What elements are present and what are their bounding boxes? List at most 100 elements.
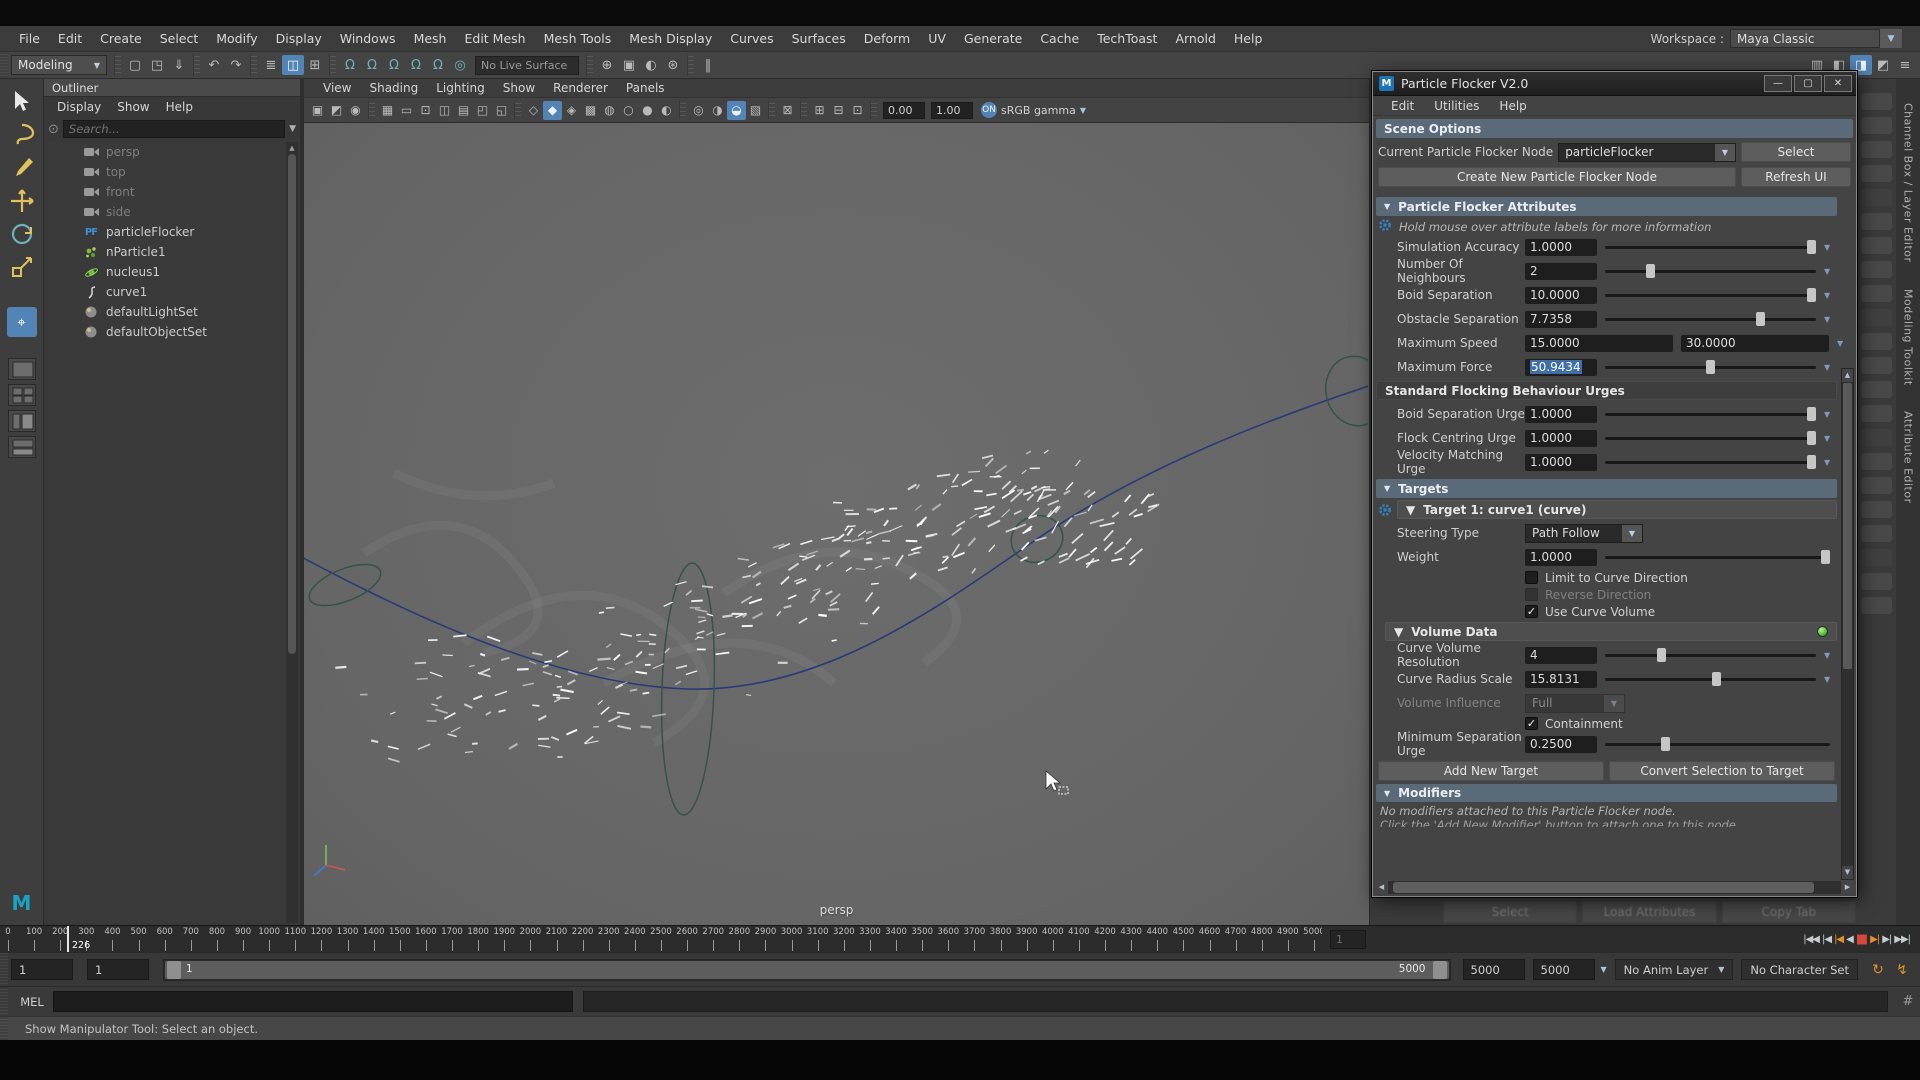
- field-chart-icon[interactable]: ▤: [454, 101, 473, 120]
- attr-value-field[interactable]: 7.7358: [1525, 311, 1597, 328]
- snap-view-plane-icon[interactable]: Ω: [427, 55, 449, 75]
- attr-value-field[interactable]: 1.0000: [1525, 430, 1597, 447]
- slider-handle[interactable]: [1756, 312, 1765, 326]
- menu-mesh-display[interactable]: Mesh Display: [620, 31, 721, 46]
- menu-mesh[interactable]: Mesh: [405, 31, 456, 46]
- select-marquee-icon[interactable]: ⊠: [778, 101, 797, 120]
- close-button[interactable]: ✕: [1824, 75, 1852, 92]
- select-component-icon[interactable]: ⊞: [304, 55, 326, 75]
- attr-options-icon[interactable]: ▼: [1824, 363, 1838, 372]
- menu-surfaces[interactable]: Surfaces: [783, 31, 855, 46]
- undo-icon[interactable]: ↶: [203, 55, 225, 75]
- slider-handle[interactable]: [1661, 737, 1670, 751]
- create-node-button[interactable]: Create New Particle Flocker Node: [1378, 167, 1736, 187]
- range-end-handle[interactable]: [1433, 961, 1447, 979]
- time-slider[interactable]: 0100200300400500600700800900100011001200…: [0, 925, 1920, 952]
- safe-action-icon[interactable]: ◰: [473, 101, 492, 120]
- slider-handle[interactable]: [1657, 648, 1666, 662]
- animation-end-field[interactable]: 5000: [1533, 959, 1595, 980]
- outliner-item-front[interactable]: front: [48, 182, 298, 202]
- slider-handle[interactable]: [1807, 240, 1816, 254]
- checkbox-box[interactable]: ✓: [1525, 605, 1538, 618]
- select-tool-button[interactable]: [7, 87, 37, 117]
- menu-file[interactable]: File: [10, 31, 49, 46]
- render-settings-icon[interactable]: ⊛: [662, 55, 684, 75]
- checkbox-limit-to-curve-direction[interactable]: Limit to Curve Direction: [1375, 569, 1838, 586]
- mel-command-input[interactable]: [53, 991, 573, 1012]
- attr-slider[interactable]: [1605, 406, 1816, 422]
- redo-icon[interactable]: ↷: [225, 55, 247, 75]
- attr-slider[interactable]: [1605, 311, 1816, 327]
- attr-value-field[interactable]: 15.0000: [1525, 335, 1673, 352]
- current-node-dropdown[interactable]: particleFlocker▼: [1558, 143, 1736, 162]
- range-start-handle[interactable]: [167, 961, 181, 979]
- attr-value-field[interactable]: 1.0000: [1525, 406, 1597, 423]
- select-node-button[interactable]: Select: [1741, 142, 1851, 162]
- window-titlebar[interactable]: M Particle Flocker V2.0 — ▢ ✕: [1373, 72, 1856, 96]
- hypershade-layout-button[interactable]: [8, 436, 36, 458]
- attr-slider[interactable]: [1605, 430, 1816, 446]
- attr-slider[interactable]: [1605, 287, 1816, 303]
- slider-handle[interactable]: [1712, 672, 1721, 686]
- attr-slider[interactable]: [1605, 263, 1816, 279]
- menu-edit[interactable]: Edit: [49, 31, 91, 46]
- flocker-menu-utilities[interactable]: Utilities: [1424, 99, 1489, 113]
- outliner-search-input[interactable]: [63, 120, 285, 138]
- grid-icon[interactable]: ▦: [378, 101, 397, 120]
- lasso-tool-button[interactable]: [7, 120, 37, 150]
- command-grip[interactable]: [0, 987, 8, 1016]
- outliner-item-top[interactable]: top: [48, 162, 298, 182]
- outliner-menu-show[interactable]: Show: [110, 100, 156, 114]
- character-set-selector[interactable]: No Character Set: [1741, 959, 1858, 980]
- slider-handle[interactable]: [1821, 550, 1830, 564]
- shadows-icon[interactable]: ●: [638, 101, 657, 120]
- scene-options-header[interactable]: Scene Options: [1376, 119, 1853, 138]
- attr-value-field[interactable]: 10.0000: [1525, 287, 1597, 304]
- add-target-button[interactable]: Add New Target: [1378, 761, 1604, 781]
- go-to-end-button[interactable]: ▶▶|: [1894, 934, 1910, 945]
- attr-options-icon[interactable]: ▼: [1824, 434, 1838, 443]
- flocker-menu-edit[interactable]: Edit: [1381, 99, 1424, 113]
- safe-title-icon[interactable]: ◱: [492, 101, 511, 120]
- attr-value-field[interactable]: 50.9434: [1525, 359, 1597, 376]
- menu-set-selector[interactable]: Modeling▼: [11, 55, 107, 75]
- menu-curves[interactable]: Curves: [721, 31, 782, 46]
- auto-keyframe-icon[interactable]: ↻: [1866, 962, 1890, 978]
- refresh-ui-button[interactable]: Refresh UI: [1741, 167, 1851, 187]
- snap-to-grid-vp-icon[interactable]: ⊞: [810, 101, 829, 120]
- attr-value-field[interactable]: 1.0000: [1525, 239, 1597, 256]
- minimize-button[interactable]: —: [1764, 75, 1792, 92]
- lighting-all-icon[interactable]: ○: [619, 101, 638, 120]
- outliner-item-defaultlightset[interactable]: defaultLightSet: [48, 302, 298, 322]
- outliner-item-curve1[interactable]: curve1: [48, 282, 298, 302]
- slider-handle[interactable]: [1646, 264, 1655, 278]
- vertical-scrollbar[interactable]: ▲ ▼: [1841, 368, 1854, 880]
- step-forward-frame-button[interactable]: ▶|: [1882, 934, 1891, 945]
- depth-peeling-icon[interactable]: ▧: [746, 101, 765, 120]
- toolbar-grip[interactable]: [0, 52, 8, 78]
- menu-select[interactable]: Select: [151, 31, 208, 46]
- persp-outliner-layout-button[interactable]: [8, 410, 36, 432]
- step-back-frame-button[interactable]: |◀: [1822, 934, 1831, 945]
- scroll-left-icon[interactable]: ◀: [1375, 881, 1388, 894]
- textured-icon[interactable]: ▩: [581, 101, 600, 120]
- attr-options-icon[interactable]: ▼: [1824, 291, 1838, 300]
- chevron-down-icon[interactable]: ▼: [1601, 965, 1607, 974]
- viewport-menu-lighting[interactable]: Lighting: [427, 81, 494, 95]
- help-grip[interactable]: [0, 1017, 8, 1040]
- resolution-gate-icon[interactable]: ⊡: [416, 101, 435, 120]
- attr-options-icon[interactable]: ▼: [1824, 458, 1838, 467]
- targets-section-header[interactable]: ▼Targets: [1376, 479, 1837, 498]
- range-slider[interactable]: 1 5000: [163, 959, 1451, 981]
- flocker-menu-help[interactable]: Help: [1489, 99, 1536, 113]
- render-current-frame-icon[interactable]: ▣: [618, 55, 640, 75]
- gamma-field[interactable]: 1.00: [931, 102, 973, 119]
- checkbox-use-curve-volume[interactable]: ✓Use Curve Volume: [1375, 603, 1838, 620]
- slider-handle[interactable]: [1807, 455, 1816, 469]
- steering-type-dropdown[interactable]: Path Follow▼: [1525, 524, 1643, 543]
- scale-tool-button[interactable]: [7, 252, 37, 282]
- script-editor-icon[interactable]: #: [1896, 994, 1920, 1009]
- attr-value-field[interactable]: 1.0000: [1525, 454, 1597, 471]
- attr-options-icon[interactable]: ▼: [1824, 243, 1838, 252]
- menu-windows[interactable]: Windows: [331, 31, 405, 46]
